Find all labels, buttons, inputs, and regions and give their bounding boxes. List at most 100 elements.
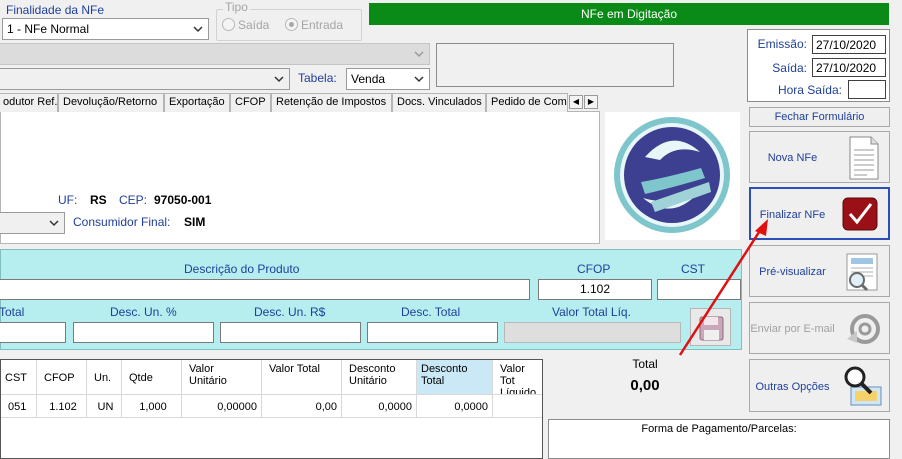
cell-desconto-total[interactable]: 0,0000 [417,397,492,417]
cfop-label: CFOP [577,262,611,276]
col-header-qtde[interactable]: Qtde [125,360,181,394]
chevron-down-icon [414,51,424,58]
observacao-box [436,43,674,87]
cfop-input[interactable]: 1.102 [538,279,652,300]
tab-scroll-right-icon[interactable]: ▶ [584,95,598,109]
payment-panel: Forma de Pagamento/Parcelas: [548,419,890,459]
col-header-valor-total[interactable]: Valor Total [265,360,335,394]
radio-saida-label: Saída [238,18,270,32]
preview-icon [846,253,878,292]
status-bar: NFe em Digitação [369,3,889,25]
tab-strip: odutor Ref. Devolução/Retorno Exportação… [0,93,600,112]
item-panel: Descrição do Produto CFOP CST 1.102 Tota… [0,249,742,350]
total-input[interactable] [0,322,66,343]
tab-produtor-ref[interactable]: odutor Ref. [0,93,58,112]
emissao-input[interactable]: 27/10/2020 [812,35,886,54]
grid-divider [261,360,262,418]
desc-total-label: Desc. Total [401,305,461,319]
descricao-input[interactable] [0,279,530,300]
tab-retencao[interactable]: Retenção de Impostos [271,93,392,112]
tipo-label: Tipo [223,0,250,14]
radio-saida[interactable]: Saída [222,18,269,32]
tab-devolucao[interactable]: Devolução/Retorno [58,93,164,112]
uf-label: UF: [58,193,78,207]
cell-cfop[interactable]: 1.102 [40,397,86,417]
grid-row-divider [1,417,542,418]
cell-valor-total[interactable]: 0,00 [265,397,341,417]
outras-opcoes-button[interactable]: Outras Opções [749,359,890,412]
uf-value: RS [90,193,107,207]
radio-saida-icon [222,18,235,31]
cell-cst[interactable]: 051 [4,397,34,417]
tab-scroll-left-icon[interactable]: ◀ [569,95,583,109]
fechar-formulario-button[interactable]: Fechar Formulário [749,107,890,127]
annotation-arrow-icon [678,219,768,356]
radio-entrada-icon [285,18,298,31]
hora-saida-label: Hora Saída: [777,83,842,97]
consumidor-value: SIM [184,215,206,229]
tabela-label: Tabela: [298,71,337,85]
checkmark-icon [842,197,878,231]
finalidade-label: Finalidade da NFe [6,3,105,17]
valor-liq-input [504,322,681,343]
chevron-down-icon [49,220,59,227]
document-icon [849,136,879,180]
tab-exportacao[interactable]: Exportação [164,93,230,112]
consumidor-label: Consumidor Final: [73,215,171,229]
tab-docs-vinculados[interactable]: Docs. Vinculados [392,93,486,112]
chevron-down-icon [193,26,203,33]
cep-value: 97050-001 [154,193,212,207]
fechar-formulario-label: Fechar Formulário [774,111,865,123]
col-header-cfop[interactable]: CFOP [40,360,86,394]
items-table: CST CFOP Un. Qtde Valor Unitário Valor T… [0,359,543,459]
col-header-un[interactable]: Un. [90,360,121,394]
desc-un-pct-label: Desc. Un. % [110,305,177,319]
payment-label: Forma de Pagamento/Parcelas: [641,423,797,435]
total-label: Total [0,305,25,319]
tabela-select[interactable]: Venda [346,68,430,90]
cep-label: CEP: [119,193,148,207]
hora-saida-input[interactable] [848,80,886,99]
outras-opcoes-label: Outras Opções [755,381,830,393]
dates-panel: Emissão: 27/10/2020 Saída: 27/10/2020 Ho… [747,29,890,102]
desc-un-pct-input[interactable] [73,322,214,343]
emissao-label: Emissão: [757,37,807,51]
desc-total-input[interactable] [367,322,498,343]
cell-valor-unitario[interactable]: 0,00000 [185,397,261,417]
saida-label: Saída: [772,61,807,75]
options-icon [844,366,882,406]
desc-un-rs-label: Desc. Un. R$ [254,305,326,319]
cell-un[interactable]: UN [90,397,121,417]
nova-nfe-label: Nova NFe [767,152,818,164]
total-value: 0,00 [630,377,660,394]
grid-divider [86,360,87,418]
cell-qtde[interactable]: 1,000 [125,397,181,417]
finalidade-select[interactable]: 1 - NFe Normal [2,18,209,40]
chevron-down-icon [414,76,424,83]
col-header-valor-unitario[interactable]: Valor Unitário [185,360,255,394]
tabela-value: Venda [351,72,386,86]
grid-divider [492,360,493,418]
col-header-valor-liquido[interactable]: Valor Tot Líquido [496,360,542,394]
chevron-down-icon [274,76,284,83]
tab-cfop[interactable]: CFOP [230,93,271,112]
descricao-label: Descrição do Produto [184,262,300,276]
small-select[interactable] [0,212,65,234]
valor-liq-label: Valor Total Líq. [552,305,631,319]
col-header-desconto-total[interactable]: Desconto Total [417,360,492,394]
grid-divider [341,360,342,418]
col-header-cst[interactable]: CST [1,360,36,394]
cell-valor-liquido[interactable] [496,397,542,417]
grid-divider [181,360,182,418]
desc-un-rs-input[interactable] [220,322,361,343]
cliente-select[interactable] [0,68,290,90]
saida-input[interactable]: 27/10/2020 [812,58,886,77]
col-header-desconto-unitario[interactable]: Desconto Unitário [345,360,415,394]
grid-divider [36,360,37,418]
tab-pedido-compra[interactable]: Pedido de Comp [486,93,568,112]
grid-header-divider [1,394,542,395]
nova-nfe-button[interactable]: Nova NFe [749,131,890,183]
email-at-icon [847,314,880,344]
cell-desconto-unitario[interactable]: 0,0000 [345,397,416,417]
radio-entrada[interactable]: Entrada [285,18,343,32]
